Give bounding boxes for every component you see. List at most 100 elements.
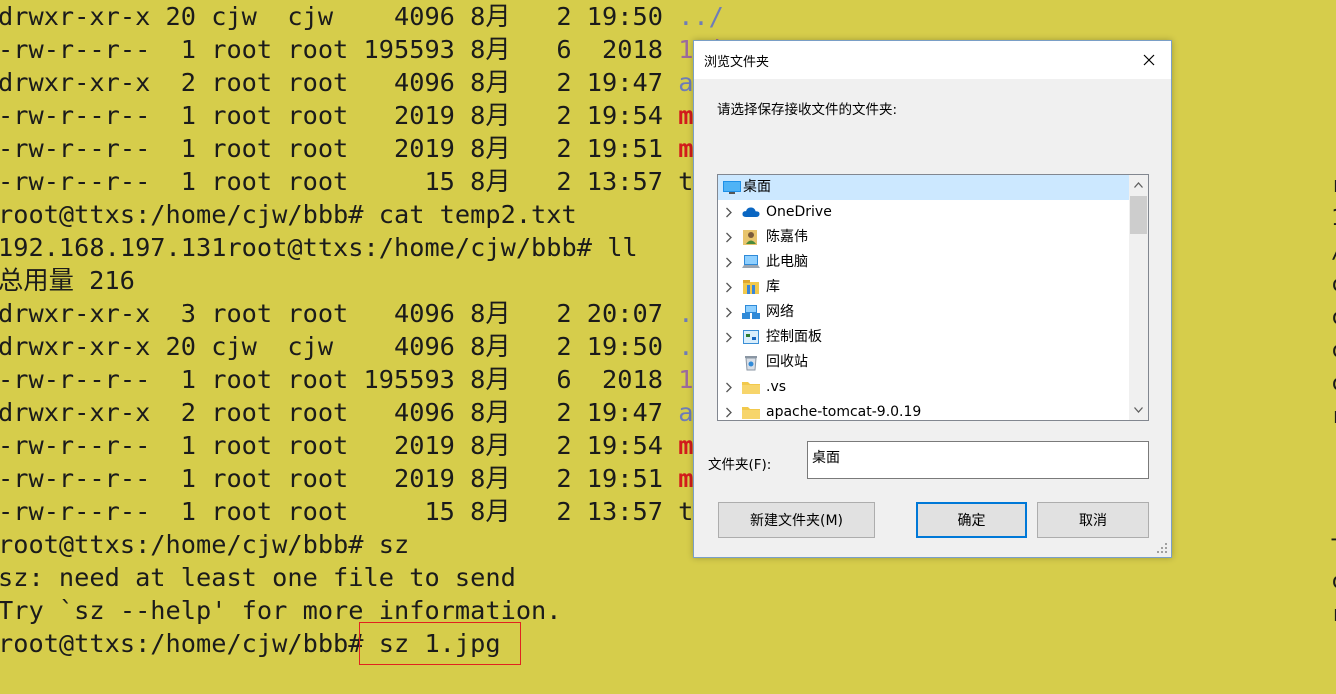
terminal-line: 总用量 216 xyxy=(0,264,135,297)
scroll-up-button[interactable] xyxy=(1129,175,1148,195)
terminal-line: drwxr-xr-x 2 root root 4096 8月 2 19:47 a… xyxy=(0,396,709,429)
terminal-text: -rw-r--r-- 1 root root 2019 8月 2 19:54 xyxy=(0,101,679,130)
tree-item[interactable]: 控制面板 xyxy=(718,325,1130,350)
control-panel-icon xyxy=(741,328,761,346)
terminal-line: drwxr-xr-x 2 root root 4096 8月 2 19:47 a… xyxy=(0,66,709,99)
tree-item[interactable]: 此电脑 xyxy=(718,250,1130,275)
terminal-filename: ../ xyxy=(678,2,724,31)
terminal-line: -rw-r--r-- 1 root root 2019 8月 2 19:54 m… xyxy=(0,429,709,462)
chevron-right-icon[interactable] xyxy=(725,407,733,418)
terminal-right-edge-text: c xyxy=(1331,301,1336,334)
terminal-right-edge-text: c xyxy=(1331,334,1336,367)
network-icon xyxy=(741,303,761,321)
user-folder-icon xyxy=(741,228,761,246)
tree-item-label: 库 xyxy=(766,279,780,295)
new-folder-button[interactable]: 新建文件夹(M) xyxy=(718,502,875,538)
terminal-text: -rw-r--r-- 1 root root 195593 8月 6 2018 xyxy=(0,35,679,64)
terminal-text: 总用量 216 xyxy=(0,266,135,295)
library-icon xyxy=(741,278,761,296)
chevron-right-icon[interactable] xyxy=(725,207,733,218)
folder-tree[interactable]: 桌面 OneDrive 陈嘉伟此电脑库网络控制面板回收站 .vs apache-tomc… xyxy=(717,174,1149,421)
tree-item[interactable]: apache-tomcat-9.0.19 xyxy=(718,400,1130,420)
recycle-bin-icon xyxy=(741,353,761,371)
desktop-icon xyxy=(722,178,742,196)
terminal-line: root@ttxs:/home/cjw/bbb# sz xyxy=(0,528,409,561)
terminal-right-edge-text: r xyxy=(1331,598,1336,631)
chevron-up-icon xyxy=(1134,182,1143,188)
terminal-line: drwxr-xr-x 3 root root 4096 8月 2 20:07 .… xyxy=(0,297,709,330)
chevron-right-icon[interactable] xyxy=(725,332,733,343)
terminal-text: -rw-r--r-- 1 root root 195593 8月 6 2018 xyxy=(0,365,679,394)
scroll-thumb[interactable] xyxy=(1130,196,1147,234)
terminal-text: 192.168.197.131root@ttxs:/home/cjw/bbb# … xyxy=(0,233,638,262)
terminal-text: -rw-r--r-- 1 root root 2019 8月 2 19:54 xyxy=(0,431,679,460)
terminal-line: drwxr-xr-x 20 cjw cjw 4096 8月 2 19:50 ..… xyxy=(0,0,724,33)
terminal-line: -rw-r--r-- 1 root root 2019 8月 2 19:54 m… xyxy=(0,99,709,132)
terminal-text: root@ttxs:/home/cjw/bbb# cat temp2.txt xyxy=(0,200,577,229)
terminal-text: drwxr-xr-x 3 root root 4096 8月 2 20:07 xyxy=(0,299,679,328)
tree-item-label: 控制面板 xyxy=(766,329,822,345)
tree-item-label: 网络 xyxy=(766,304,794,320)
terminal-line: root@ttxs:/home/cjw/bbb# cat temp2.txt xyxy=(0,198,577,231)
terminal-line: -rw-r--r-- 1 root root 195593 8月 6 2018 … xyxy=(0,363,709,396)
tree-scrollbar[interactable] xyxy=(1129,175,1148,420)
tree-item-label: 回收站 xyxy=(766,354,808,370)
terminal-text: -rw-r--r-- 1 root root 2019 8月 2 19:51 xyxy=(0,134,679,163)
folder-icon xyxy=(741,403,761,420)
tree-item[interactable]: 库 xyxy=(718,275,1130,300)
terminal-line: -rw-r--r-- 1 root root 195593 8月 6 2018 … xyxy=(0,33,754,66)
tree-item[interactable]: 陈嘉伟 xyxy=(718,225,1130,250)
folder-icon xyxy=(741,378,761,396)
ok-button[interactable]: 确定 xyxy=(916,502,1027,538)
terminal-text: -rw-r--r-- 1 root root 15 8月 2 13:57 te xyxy=(0,167,709,196)
tree-item[interactable]: OneDrive xyxy=(718,200,1130,225)
terminal-right-edge-text: / xyxy=(1331,235,1336,268)
terminal-text: drwxr-xr-x 20 cjw cjw 4096 8月 2 19:50 xyxy=(0,2,679,31)
tree-item[interactable]: 桌面 xyxy=(718,175,1130,200)
terminal-right-edge-text: c xyxy=(1331,565,1336,598)
tree-item[interactable]: 回收站 xyxy=(718,350,1130,375)
resize-grip-icon[interactable] xyxy=(1156,542,1168,554)
terminal-text: -rw-r--r-- 1 root root 2019 8月 2 19:51 xyxy=(0,464,679,493)
dialog-titlebar[interactable]: 浏览文件夹 xyxy=(694,41,1171,79)
folder-field-label: 文件夹(F): xyxy=(708,457,772,473)
tree-item-label: 桌面 xyxy=(743,179,771,195)
terminal-text: -rw-r--r-- 1 root root 15 8月 2 13:57 te xyxy=(0,497,709,526)
terminal-right-edge-text: c xyxy=(1331,268,1336,301)
tree-item[interactable]: .vs xyxy=(718,375,1130,400)
terminal-right-edge-text: 1 xyxy=(1331,202,1336,235)
folder-input[interactable]: 桌面 xyxy=(807,441,1149,479)
tree-item[interactable]: 网络 xyxy=(718,300,1130,325)
command-highlight-box xyxy=(359,622,521,665)
terminal-line: -rw-r--r-- 1 root root 15 8月 2 13:57 te xyxy=(0,165,709,198)
computer-icon xyxy=(741,253,761,271)
terminal-line: 192.168.197.131root@ttxs:/home/cjw/bbb# … xyxy=(0,231,638,264)
terminal-right-edge-text: T xyxy=(1331,532,1336,565)
chevron-right-icon[interactable] xyxy=(725,307,733,318)
scroll-down-button[interactable] xyxy=(1129,400,1148,420)
cancel-button[interactable]: 取消 xyxy=(1037,502,1149,538)
terminal-line: -rw-r--r-- 1 root root 2019 8月 2 19:51 m… xyxy=(0,462,709,495)
close-button[interactable] xyxy=(1127,41,1171,79)
terminal-text: sz: need at least one file to send xyxy=(0,563,516,592)
terminal-text: Try `sz --help' for more information. xyxy=(0,596,562,625)
chevron-right-icon[interactable] xyxy=(725,282,733,293)
terminal-text: root@ttxs:/home/cjw/bbb# sz xyxy=(0,530,410,559)
terminal-right-edge-text: r xyxy=(1331,400,1336,433)
chevron-right-icon[interactable] xyxy=(725,232,733,243)
close-icon xyxy=(1143,54,1155,66)
tree-item-label: 陈嘉伟 xyxy=(766,229,808,245)
terminal-line: sz: need at least one file to send xyxy=(0,561,516,594)
dialog-prompt: 请选择保存接收文件的文件夹: xyxy=(717,102,898,118)
terminal-line: -rw-r--r-- 1 root root 15 8月 2 13:57 te xyxy=(0,495,709,528)
terminal-right-edge-text: c xyxy=(1331,367,1336,400)
chevron-right-icon[interactable] xyxy=(725,382,733,393)
terminal-line: drwxr-xr-x 20 cjw cjw 4096 8月 2 19:50 ..… xyxy=(0,330,724,363)
chevron-down-icon xyxy=(1134,407,1143,413)
terminal-text: drwxr-xr-x 20 cjw cjw 4096 8月 2 19:50 xyxy=(0,332,679,361)
chevron-right-icon[interactable] xyxy=(725,257,733,268)
terminal-line: -rw-r--r-- 1 root root 2019 8月 2 19:51 m… xyxy=(0,132,709,165)
tree-item-label: .vs xyxy=(766,379,787,395)
browse-folder-dialog: 浏览文件夹 请选择保存接收文件的文件夹: 桌面 OneDrive 陈嘉伟此电脑库网络… xyxy=(693,40,1172,558)
tree-item-label: 此电脑 xyxy=(766,254,808,270)
